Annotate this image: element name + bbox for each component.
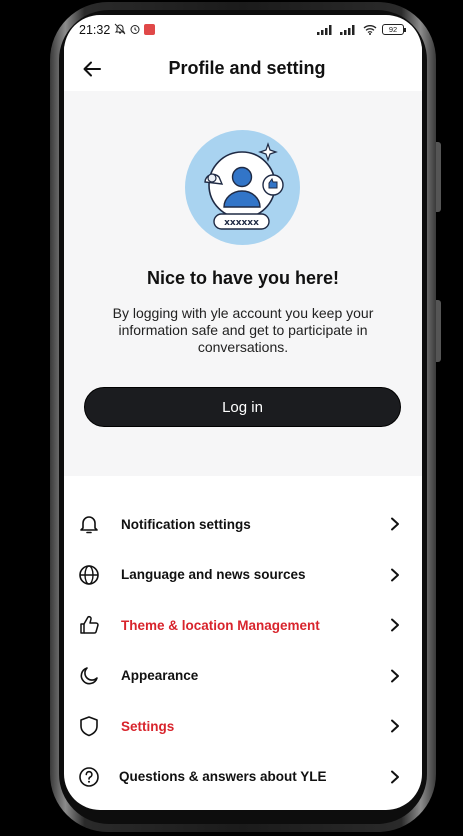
menu-item-settings[interactable]: Settings (64, 701, 422, 752)
chevron-right-icon (388, 770, 402, 784)
welcome-description: By logging with yle account you keep you… (112, 305, 374, 355)
status-right-icons: 92 (317, 24, 406, 35)
app-header: Profile and setting (64, 45, 422, 91)
mute-icon (114, 23, 126, 35)
settings-menu: Notification settings Language and news … (64, 499, 422, 802)
status-bar: 21:32 92 (64, 15, 422, 45)
status-left-icons (114, 23, 155, 35)
volume-button (436, 142, 441, 212)
welcome-title: Nice to have you here! (146, 268, 340, 288)
profile-illustration: xxxxxx (185, 130, 300, 245)
menu-item-appearance[interactable]: Appearance (64, 651, 422, 702)
app-screen: 21:32 92 Profile and setting xxxxxx Nice… (64, 15, 422, 810)
chevron-right-icon (388, 719, 402, 733)
shield-icon (77, 714, 101, 738)
menu-item-label: Notification settings (121, 516, 251, 532)
chevron-right-icon (388, 517, 402, 531)
moon-icon (77, 664, 101, 688)
thumbs-up-icon (77, 613, 101, 637)
login-button[interactable]: Log in (84, 387, 401, 427)
menu-item-label: Questions & answers about YLE (119, 769, 327, 785)
chevron-right-icon (388, 568, 402, 582)
power-button (436, 300, 441, 362)
alarm-icon (130, 25, 140, 34)
menu-item-notification-settings[interactable]: Notification settings (64, 499, 422, 550)
menu-item-label: Language and news sources (121, 567, 306, 583)
menu-item-label: Appearance (121, 668, 199, 684)
globe-icon (77, 563, 101, 587)
menu-item-language-news[interactable]: Language and news sources (64, 550, 422, 601)
wifi-icon (363, 25, 377, 35)
chevron-right-icon (388, 669, 402, 683)
chevron-right-icon (388, 618, 402, 632)
page-title: Profile and setting (168, 58, 326, 78)
password-mask: xxxxxx (224, 218, 259, 228)
menu-item-label: Settings (121, 718, 175, 734)
notification-icon (144, 23, 155, 35)
battery-icon: 92 (382, 24, 406, 35)
menu-item-theme-location[interactable]: Theme & location Management (64, 600, 422, 651)
menu-item-label: Theme & location Management (121, 617, 320, 633)
signal-icon (317, 24, 332, 35)
signal-icon (340, 24, 355, 35)
status-time: 21:32 (79, 23, 111, 37)
login-hero: xxxxxx Nice to have you here! By logging… (64, 91, 422, 476)
question-icon (77, 765, 101, 789)
menu-item-questions-answers[interactable]: Questions & answers about YLE (64, 752, 422, 803)
bell-icon (77, 512, 101, 536)
